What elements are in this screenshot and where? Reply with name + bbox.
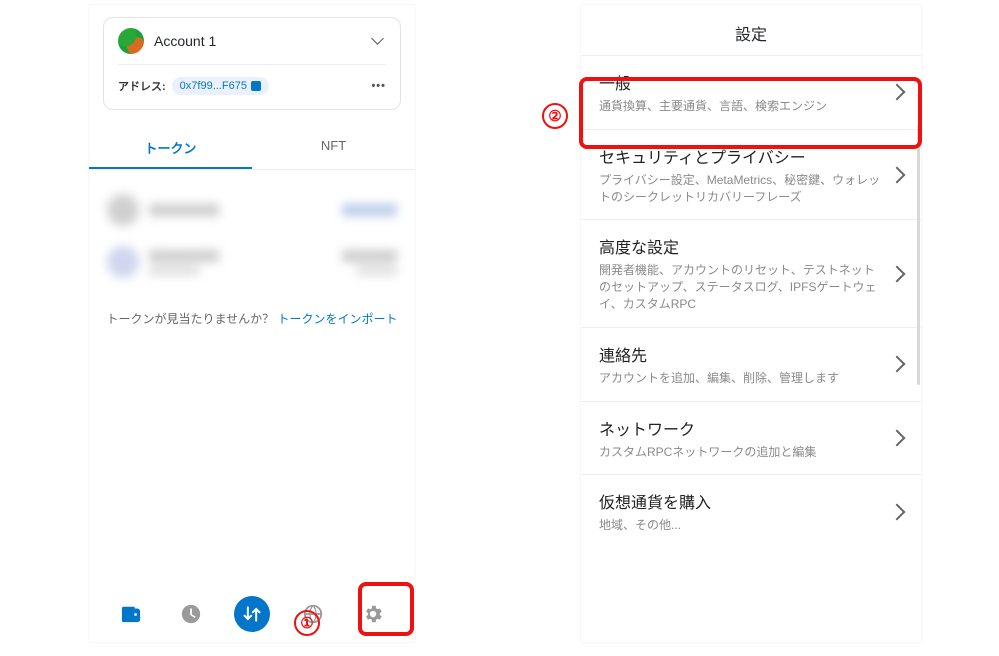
settings-item-desc: アカウントを追加、編集、削除、管理します [599, 370, 883, 387]
settings-item-contacts[interactable]: 連絡先 アカウントを追加、編集、削除、管理します [581, 327, 921, 401]
bottom-nav [89, 586, 415, 642]
token-icon [107, 194, 139, 226]
address-row: アドレス: 0x7f99...F675 ••• [118, 65, 386, 95]
settings-item-buy-crypto[interactable]: 仮想通貨を購入 地域、その他... [581, 474, 921, 548]
token-info [149, 204, 332, 216]
settings-item-title: ネットワーク [599, 416, 883, 440]
globe-icon [302, 603, 324, 625]
settings-item-security[interactable]: セキュリティとプライバシー プライバシー設定、MetaMetrics、秘密鍵、ウ… [581, 129, 921, 220]
token-balance [342, 250, 397, 275]
address-short: 0x7f99...F675 [180, 80, 247, 92]
settings-item-title: 仮想通貨を購入 [599, 489, 883, 513]
account-selector[interactable]: Account 1 [118, 28, 386, 65]
tab-nft[interactable]: NFT [252, 128, 415, 169]
import-tokens-row: トークンが見当たりませんか？ トークンをインポート [103, 310, 401, 327]
token-info [149, 250, 332, 275]
import-tokens-link[interactable]: トークンをインポート [277, 312, 397, 326]
settings-item-desc: 開発者機能、アカウントのリセット、テストネットのセットアップ、ステータスログ、I… [599, 262, 883, 312]
chevron-right-icon [889, 356, 906, 373]
chevron-right-icon [889, 503, 906, 520]
gear-icon [362, 603, 384, 625]
account-name: Account 1 [154, 33, 358, 49]
account-card: Account 1 アドレス: 0x7f99...F675 ••• [103, 17, 401, 110]
address-copy-button[interactable]: 0x7f99...F675 [172, 77, 269, 95]
nav-swap-button[interactable] [234, 596, 270, 632]
address-label: アドレス: [118, 78, 166, 94]
settings-item-title: 一般 [599, 70, 883, 94]
settings-item-title: セキュリティとプライバシー [599, 144, 883, 168]
token-row[interactable] [103, 236, 401, 288]
settings-title: 設定 [581, 5, 921, 55]
settings-item-desc: 地域、その他... [599, 517, 883, 534]
chevron-right-icon [889, 429, 906, 446]
clock-icon [180, 603, 202, 625]
token-balance [342, 204, 397, 216]
tab-tokens[interactable]: トークン [89, 128, 252, 169]
copy-icon [251, 81, 261, 91]
settings-item-title: 高度な設定 [599, 234, 883, 258]
nav-wallet-button[interactable] [114, 597, 148, 631]
settings-list: 一般 通貨換算、主要通貨、言語、検索エンジン セキュリティとプライバシー プライ… [581, 55, 921, 642]
asset-tabs: トークン NFT [89, 128, 415, 170]
nav-browser-button[interactable] [296, 597, 330, 631]
nav-activity-button[interactable] [174, 597, 208, 631]
wallet-screen: Account 1 アドレス: 0x7f99...F675 ••• トークン N… [89, 5, 415, 642]
settings-item-desc: 通貨換算、主要通貨、言語、検索エンジン [599, 98, 883, 115]
wallet-icon [120, 604, 142, 624]
nav-settings-button[interactable] [356, 597, 390, 631]
settings-item-networks[interactable]: ネットワーク カスタムRPCネットワークの追加と編集 [581, 401, 921, 475]
settings-item-desc: カスタムRPCネットワークの追加と編集 [599, 444, 883, 461]
token-list: トークンが見当たりませんか？ トークンをインポート [89, 170, 415, 586]
swap-icon [242, 604, 262, 624]
token-row[interactable] [103, 184, 401, 236]
annotation-2: ② [542, 103, 568, 129]
settings-item-advanced[interactable]: 高度な設定 開発者機能、アカウントのリセット、テストネットのセットアップ、ステー… [581, 219, 921, 326]
chevron-right-icon [889, 265, 906, 282]
settings-screen: 設定 一般 通貨換算、主要通貨、言語、検索エンジン セキュリティとプライバシー … [581, 5, 921, 642]
account-avatar-icon [118, 28, 144, 54]
settings-item-title: 連絡先 [599, 342, 883, 366]
chevron-right-icon [889, 84, 906, 101]
import-prompt: トークンが見当たりませんか？ [107, 312, 278, 326]
token-icon [107, 246, 139, 278]
chevron-down-icon [368, 32, 386, 50]
account-more-button[interactable]: ••• [269, 80, 386, 92]
settings-item-general[interactable]: 一般 通貨換算、主要通貨、言語、検索エンジン [581, 55, 921, 129]
chevron-right-icon [889, 166, 906, 183]
settings-item-desc: プライバシー設定、MetaMetrics、秘密鍵、ウォレットのシークレットリカバ… [599, 172, 883, 206]
